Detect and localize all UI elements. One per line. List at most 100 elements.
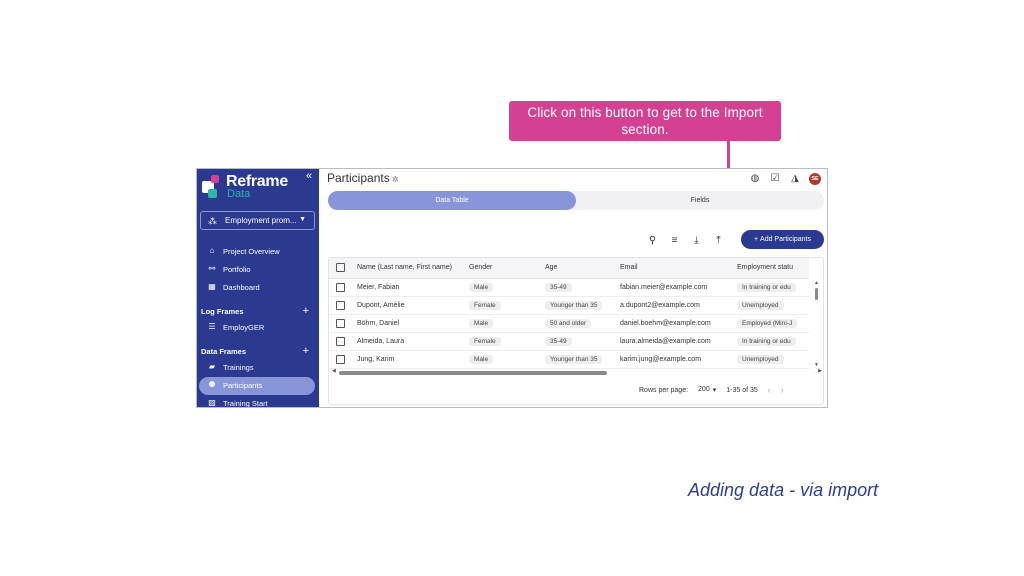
- view-tabs: Data Table Fields: [328, 191, 824, 210]
- vertical-scrollbar[interactable]: ▲ ▼: [814, 280, 820, 368]
- sidebar-item-project-overview[interactable]: ⌂ Project Overview: [199, 243, 315, 261]
- add-data-frame-icon[interactable]: +: [303, 345, 309, 357]
- table-header-row: Name (Last name, First name) Gender Age …: [329, 258, 809, 279]
- sidebar-item-label: Training Start: [223, 399, 268, 408]
- age-chip: Younger than 35: [545, 300, 603, 310]
- portfolio-icon: ⚯: [208, 264, 216, 273]
- row-checkbox[interactable]: [336, 336, 345, 346]
- cell-name: Dupont, Amélie: [353, 296, 465, 315]
- employment-chip: Unemployed: [737, 300, 784, 310]
- rows-per-page-select[interactable]: 200 ▾: [698, 386, 716, 394]
- chevron-down-icon: ▼: [299, 216, 306, 223]
- row-checkbox[interactable]: [336, 318, 345, 328]
- add-participants-label: Add Participants: [760, 236, 812, 243]
- employment-chip: In training or edu: [737, 336, 796, 346]
- header-icons: ◍ ☑ ◮ SE: [749, 172, 821, 185]
- vertical-scroll-thumb[interactable]: [815, 288, 818, 300]
- page-range: 1-35 of 35: [726, 386, 758, 394]
- column-header-age[interactable]: Age: [541, 258, 616, 279]
- tab-data-table[interactable]: Data Table: [328, 191, 576, 210]
- chevron-down-icon: ▾: [712, 387, 717, 394]
- column-header-name[interactable]: Name (Last name, First name): [353, 258, 465, 279]
- tasks-check-icon[interactable]: ☑: [769, 173, 781, 184]
- employment-chip: Unemployed: [737, 354, 784, 364]
- add-participants-button[interactable]: + Add Participants: [741, 230, 824, 249]
- sidebar-item-employger[interactable]: ☰ EmployGER: [199, 319, 315, 337]
- people-icon: ⚉: [208, 380, 216, 389]
- row-checkbox[interactable]: [336, 300, 345, 310]
- download-icon[interactable]: ⤓: [691, 235, 702, 246]
- collapse-sidebar-icon[interactable]: «: [306, 170, 312, 182]
- sidebar-item-participants[interactable]: ⚉ Participants: [199, 377, 315, 395]
- page-title: Participants ✲: [327, 171, 398, 185]
- briefcase-icon: ▰: [208, 362, 216, 371]
- select-all-checkbox[interactable]: [336, 263, 345, 273]
- sidebar: Reframe Data « ⁂ Employment prom... ▼ ⌂ …: [197, 169, 319, 408]
- sidebar-item-training-start[interactable]: ▨ Training Start: [199, 395, 315, 408]
- home-icon: ⌂: [209, 246, 215, 255]
- sidebar-item-label: Trainings: [223, 363, 254, 372]
- cell-name: Jung, Karim: [353, 350, 465, 369]
- avatar[interactable]: SE: [809, 172, 821, 185]
- slide-caption: Adding data - via import: [688, 480, 879, 500]
- gender-chip: Female: [469, 300, 501, 310]
- filter-icon[interactable]: ≡: [669, 235, 680, 246]
- cell-email: laura.almeida@example.com: [616, 332, 733, 351]
- scroll-left-arrow-icon[interactable]: ◀: [332, 368, 336, 374]
- pagination: Rows per page: 200 ▾ 1-35 of 35 ‹ ›: [639, 385, 784, 395]
- logo-text-bottom: Data: [227, 188, 251, 200]
- project-select[interactable]: ⁂ Employment prom... ▼: [200, 211, 315, 230]
- section-title: Data Frames: [201, 347, 247, 356]
- globe-icon[interactable]: ◍: [749, 173, 761, 184]
- cell-name: Meier, Fabian: [353, 278, 465, 297]
- add-log-frame-icon[interactable]: +: [303, 305, 309, 317]
- upload-import-icon[interactable]: ⤒: [713, 235, 724, 246]
- scroll-right-arrow-icon[interactable]: ▶: [818, 368, 822, 374]
- row-checkbox[interactable]: [336, 354, 345, 364]
- settings-gear-icon[interactable]: ✲: [392, 175, 399, 184]
- horizontal-scrollbar[interactable]: ◀ ▶: [332, 368, 822, 376]
- section-title: Log Frames: [201, 307, 244, 316]
- table-row[interactable]: Almeida, Laura Female 35-49 laura.almeid…: [329, 332, 809, 351]
- cell-email: a.dupont2@example.com: [616, 296, 733, 315]
- table-row[interactable]: Dupont, Amélie Female Younger than 35 a.…: [329, 296, 809, 315]
- app-window: Reframe Data « ⁂ Employment prom... ▼ ⌂ …: [196, 168, 828, 408]
- page-title-text: Participants: [327, 171, 390, 185]
- table-row[interactable]: Meier, Fabian Male 35-49 fabian.meier@ex…: [329, 278, 809, 297]
- previous-page-icon[interactable]: ‹: [768, 385, 771, 395]
- sidebar-item-label: Project Overview: [223, 247, 280, 256]
- data-frames-heading: Data Frames +: [201, 345, 309, 357]
- rows-per-page-label: Rows per page:: [639, 386, 689, 394]
- cell-name: Böhm, Daniel: [353, 314, 465, 333]
- sidebar-item-dashboard[interactable]: ▦ Dashboard: [199, 279, 315, 297]
- participants-table: Name (Last name, First name) Gender Age …: [328, 257, 824, 405]
- gender-chip: Male: [469, 318, 494, 328]
- horizontal-scroll-thumb[interactable]: [339, 371, 607, 375]
- age-chip: 35-49: [545, 336, 572, 346]
- age-chip: 35-49: [545, 282, 572, 292]
- table-toolbar: ⚲ ≡ ⤓ ⤒: [647, 232, 724, 248]
- gender-chip: Male: [469, 354, 494, 364]
- tab-fields[interactable]: Fields: [576, 191, 824, 210]
- sidebar-item-label: Dashboard: [223, 283, 260, 292]
- next-page-icon[interactable]: ›: [781, 385, 784, 395]
- callout-text: Click on this button to get to the Impor…: [527, 105, 763, 137]
- scroll-up-arrow-icon[interactable]: ▲: [814, 280, 819, 286]
- dashboard-icon: ▦: [208, 282, 216, 291]
- table-row[interactable]: Böhm, Daniel Male 50 and older daniel.bo…: [329, 314, 809, 333]
- cell-name: Almeida, Laura: [353, 332, 465, 351]
- row-checkbox[interactable]: [336, 282, 345, 292]
- search-icon[interactable]: ⚲: [647, 235, 658, 246]
- employment-chip: Employed (Mini-J: [737, 318, 798, 328]
- column-header-employment-status[interactable]: Employment statu: [733, 258, 809, 279]
- column-header-email[interactable]: Email: [616, 258, 733, 279]
- plus-icon: +: [753, 236, 759, 243]
- logo: Reframe Data: [202, 173, 297, 200]
- sidebar-item-portfolio[interactable]: ⚯ Portfolio: [199, 261, 315, 279]
- age-chip: 50 and older: [545, 318, 592, 328]
- employment-chip: In training or edu: [737, 282, 796, 292]
- bell-icon[interactable]: ◮: [789, 173, 801, 184]
- column-header-gender[interactable]: Gender: [465, 258, 541, 279]
- sidebar-item-trainings[interactable]: ▰ Trainings: [199, 359, 315, 377]
- table-row[interactable]: Jung, Karim Male Younger than 35 karim.j…: [329, 350, 809, 369]
